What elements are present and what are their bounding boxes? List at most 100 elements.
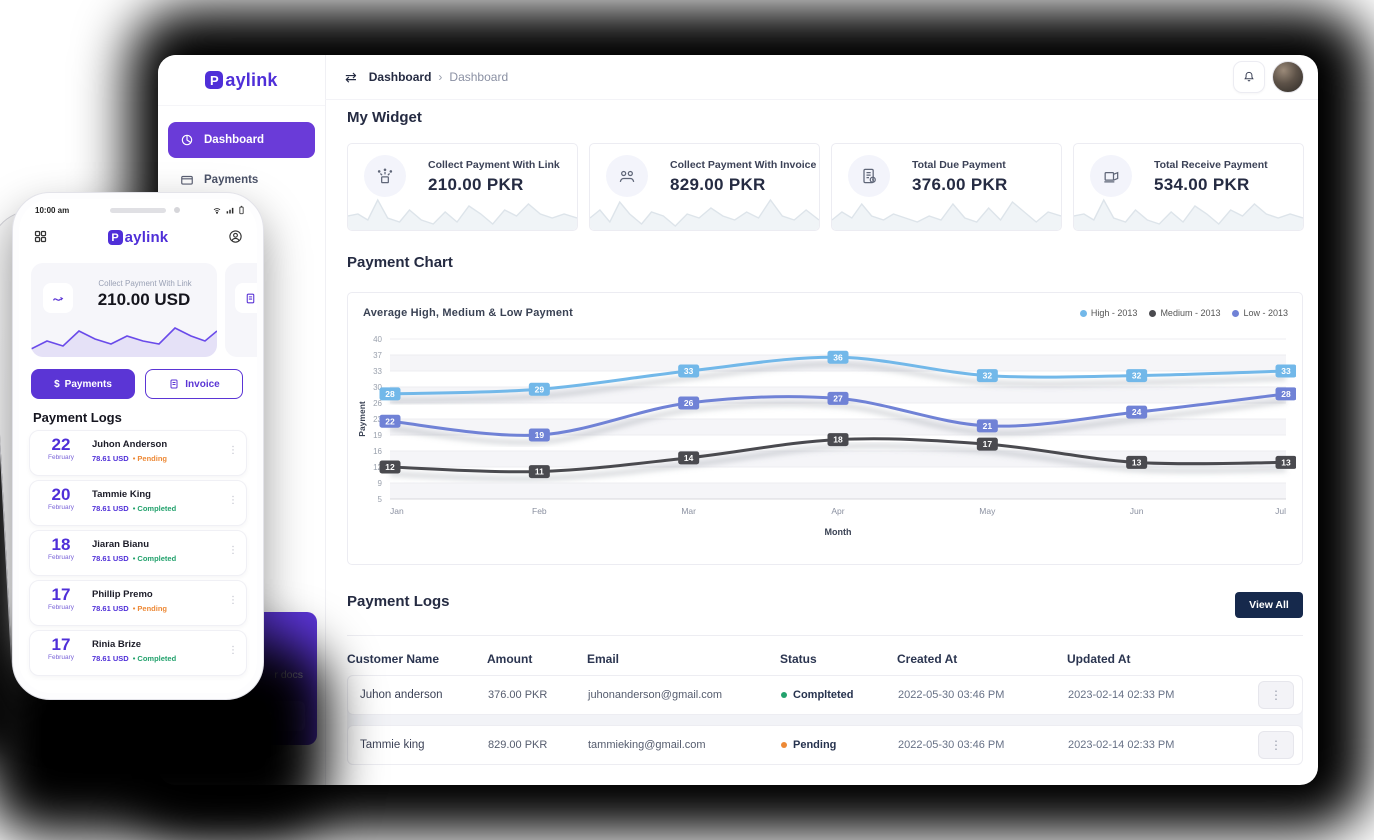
- due-payment-icon: [848, 155, 890, 197]
- phone-header: Paylink: [19, 225, 257, 255]
- chart-legend: High - 2013 Medium - 2013 Low - 2013: [1080, 308, 1288, 318]
- bell-icon: [1242, 70, 1256, 84]
- widget-card-invoice[interactable]: Collect Payment With Invoice 829.00 PKR: [589, 143, 820, 231]
- widget-sparkline: [832, 194, 1061, 230]
- legend-item: High - 2013: [1080, 308, 1138, 318]
- payment-invoice-icon: [606, 155, 648, 197]
- chart-title: Average High, Medium & Low Payment: [363, 307, 573, 319]
- row-menu-button[interactable]: ⋮: [1258, 681, 1294, 709]
- breadcrumb-root[interactable]: Dashboard: [369, 70, 432, 84]
- widgets-section-title: My Widget: [347, 109, 422, 126]
- svg-text:36: 36: [833, 352, 843, 362]
- widget-sparkline: [1074, 194, 1303, 230]
- item-menu-icon[interactable]: ⋮: [228, 445, 238, 456]
- swap-arrows-icon[interactable]: ⇄: [345, 69, 357, 86]
- svg-text:33: 33: [684, 366, 694, 376]
- svg-text:17: 17: [983, 439, 993, 449]
- status-badge: Pending: [133, 604, 167, 613]
- widget-card-due[interactable]: Total Due Payment 376.00 PKR: [831, 143, 1062, 231]
- list-item[interactable]: 17February Rinia Brize 78.61 USDComplete…: [29, 630, 247, 676]
- svg-text:19: 19: [373, 431, 382, 440]
- payment-line-chart: 40373330262319161295JanFebMarAprMayJunJu…: [356, 329, 1296, 557]
- widget-sparkline: [590, 194, 819, 230]
- svg-text:14: 14: [684, 453, 694, 463]
- payments-icon: [180, 173, 194, 187]
- phone-screen: 10:00 am Paylink Collect Payment With Li: [19, 199, 257, 693]
- phone-mockup: 10:00 am Paylink Collect Payment With Li: [12, 192, 264, 700]
- svg-text:12: 12: [385, 462, 395, 472]
- invoice-button[interactable]: Invoice: [145, 369, 243, 399]
- widget-card-receive[interactable]: Total Receive Payment 534.00 PKR: [1073, 143, 1304, 231]
- svg-text:24: 24: [1132, 407, 1142, 417]
- svg-text:16: 16: [373, 447, 382, 456]
- swap-route-icon: [43, 283, 73, 313]
- account-icon[interactable]: [228, 229, 243, 244]
- svg-text:13: 13: [1132, 457, 1142, 467]
- phone-speaker: [110, 208, 166, 213]
- legend-item: Low - 2013: [1232, 308, 1288, 318]
- phone-camera: [174, 207, 180, 213]
- svg-text:Month: Month: [825, 527, 852, 537]
- svg-text:Feb: Feb: [532, 506, 547, 516]
- svg-text:21: 21: [983, 421, 993, 431]
- signal-icon: [225, 206, 235, 215]
- item-menu-icon[interactable]: ⋮: [228, 495, 238, 506]
- user-avatar[interactable]: [1272, 61, 1304, 93]
- svg-text:28: 28: [1281, 389, 1291, 399]
- sidebar-item-dashboard[interactable]: Dashboard: [168, 122, 315, 158]
- svg-text:18: 18: [833, 435, 843, 445]
- widgets-row: Collect Payment With Link 210.00 PKR Col…: [347, 143, 1304, 231]
- svg-text:Mar: Mar: [681, 506, 696, 516]
- payment-link-icon: [364, 155, 406, 197]
- logo-p-icon: P: [108, 230, 123, 245]
- list-item[interactable]: 22February Juhon Anderson 78.61 USDPendi…: [29, 430, 247, 476]
- payments-button[interactable]: $Payments: [31, 369, 135, 399]
- svg-text:27: 27: [833, 393, 843, 403]
- row-menu-button[interactable]: ⋮: [1258, 731, 1294, 759]
- item-menu-icon[interactable]: ⋮: [228, 545, 238, 556]
- svg-text:32: 32: [1132, 371, 1142, 381]
- sidebar-menu: Dashboard Payments: [158, 106, 325, 198]
- status-badge: Complteted: [781, 689, 898, 701]
- table-row[interactable]: Tammie king 829.00 PKR tammieking@gmail.…: [347, 725, 1303, 765]
- item-menu-icon[interactable]: ⋮: [228, 595, 238, 606]
- chevron-right-icon: ›: [438, 70, 442, 84]
- svg-text:26: 26: [684, 398, 694, 408]
- divider: [347, 635, 1303, 636]
- chart-section-title: Payment Chart: [347, 254, 453, 271]
- svg-text:Apr: Apr: [831, 506, 844, 516]
- view-all-button[interactable]: View All: [1235, 592, 1303, 618]
- top-header: ⇄ Dashboard › Dashboard: [325, 55, 1318, 100]
- status-badge: Completed: [133, 554, 176, 563]
- list-item[interactable]: 20February Tammie King 78.61 USDComplete…: [29, 480, 247, 526]
- phone-action-buttons: $Payments Invoice: [31, 369, 243, 399]
- svg-text:Jul: Jul: [1275, 506, 1286, 516]
- item-menu-icon[interactable]: ⋮: [228, 645, 238, 656]
- phone-log-list: 22February Juhon Anderson 78.61 USDPendi…: [29, 430, 247, 680]
- svg-text:33: 33: [373, 367, 382, 376]
- widget-card-link[interactable]: Collect Payment With Link 210.00 PKR: [347, 143, 578, 231]
- dashboard-panel: Paylink Dashboard Payments r docs Get Su…: [158, 55, 1318, 785]
- list-item[interactable]: 18February Jiaran Bianu 78.61 USDComplet…: [29, 530, 247, 576]
- svg-text:40: 40: [373, 335, 382, 344]
- table-header: Customer Name Amount Email Status Create…: [347, 646, 1303, 672]
- status-badge: Pending: [781, 739, 898, 751]
- phone-payment-card[interactable]: Collect Payment With Link 210.00 USD: [31, 263, 217, 357]
- table-row[interactable]: Juhon anderson 376.00 PKR juhonanderson@…: [347, 675, 1303, 715]
- notifications-button[interactable]: [1233, 61, 1265, 93]
- svg-text:26: 26: [373, 399, 382, 408]
- svg-text:28: 28: [385, 389, 395, 399]
- svg-text:29: 29: [535, 384, 545, 394]
- svg-text:5: 5: [378, 495, 383, 504]
- table-body: Juhon anderson 376.00 PKR juhonanderson@…: [347, 675, 1303, 765]
- list-item[interactable]: 17February Phillip Premo 78.61 USDPendin…: [29, 580, 247, 626]
- status-badge: Completed: [133, 504, 176, 513]
- svg-text:9: 9: [378, 479, 383, 488]
- receive-payment-icon: [1090, 155, 1132, 197]
- svg-text:Jun: Jun: [1130, 506, 1144, 516]
- invoice-icon: [168, 378, 180, 390]
- svg-text:19: 19: [535, 430, 545, 440]
- app-logo[interactable]: Paylink: [158, 55, 325, 106]
- legend-item: Medium - 2013: [1149, 308, 1220, 318]
- phone-payment-card-partial[interactable]: [225, 263, 257, 357]
